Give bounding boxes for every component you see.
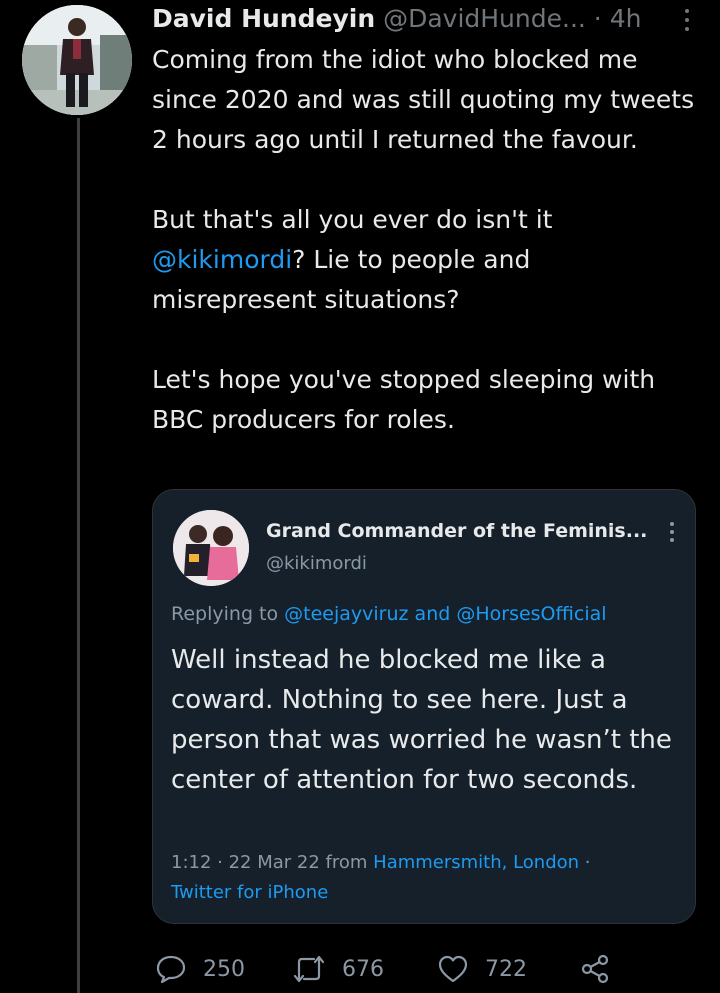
replying-and: and (408, 603, 457, 625)
like-button[interactable]: 722 (437, 952, 527, 986)
tweet-body: Coming from the idiot who blocked me sin… (152, 40, 702, 440)
author-avatar[interactable] (22, 5, 132, 115)
tweet-paragraph: Coming from the idiot who blocked me sin… (152, 45, 695, 154)
share-icon (581, 954, 609, 984)
more-icon[interactable] (680, 6, 694, 34)
action-bar: 250 676 722 (155, 952, 625, 986)
thread-line (77, 118, 80, 993)
author-handle[interactable]: @DavidHunde... (383, 4, 586, 33)
quoted-author-handle[interactable]: @kikimordi (266, 553, 367, 574)
like-count: 722 (485, 956, 527, 982)
more-icon[interactable] (667, 520, 677, 544)
retweet-button[interactable]: 676 (292, 952, 384, 986)
reply-icon (156, 955, 186, 984)
replying-label: Replying to (171, 603, 285, 625)
like-icon (438, 955, 468, 983)
mention-link[interactable]: @HorsesOfficial (456, 603, 606, 625)
reply-button[interactable]: 250 (155, 952, 245, 986)
client-link[interactable]: Twitter for iPhone (171, 882, 328, 903)
quoted-tweet[interactable]: Grand Commander of the Feminis... @kikim… (152, 489, 696, 924)
author-name[interactable]: David Hundeyin (152, 4, 375, 33)
location-link[interactable]: Hammersmith, London (373, 852, 579, 873)
tweet-time[interactable]: 4h (610, 4, 642, 33)
share-button[interactable] (580, 952, 610, 986)
retweet-icon (293, 955, 325, 983)
quoted-author-name[interactable]: Grand Commander of the Feminis... (266, 520, 647, 542)
retweet-count: 676 (342, 956, 384, 982)
tweet-paragraph: But that's all you ever do isn't it @kik… (152, 200, 702, 320)
reply-count: 250 (203, 956, 245, 982)
header-separator: · (593, 4, 602, 33)
from-label: from (319, 852, 374, 873)
quoted-meta: 1:12 · 22 Mar 22 from Hammersmith, Londo… (171, 848, 681, 908)
mention-link[interactable]: @teejayviruz (284, 603, 408, 625)
replying-to: Replying to @teejayviruz and @HorsesOffi… (171, 603, 607, 625)
tweet-paragraph: Let's hope you've stopped sleeping with … (152, 365, 656, 434)
mention-link[interactable]: @kikimordi (152, 245, 292, 274)
tweet-header: David Hundeyin @DavidHunde... · 4h (152, 2, 697, 36)
quoted-avatar[interactable] (173, 510, 249, 586)
quoted-timestamp[interactable]: 1:12 · 22 Mar 22 (171, 852, 320, 873)
quoted-text: Well instead he blocked me like a coward… (171, 645, 672, 795)
meta-dot: · (579, 852, 591, 873)
paragraph-text: But that's all you ever do isn't it (152, 205, 553, 234)
